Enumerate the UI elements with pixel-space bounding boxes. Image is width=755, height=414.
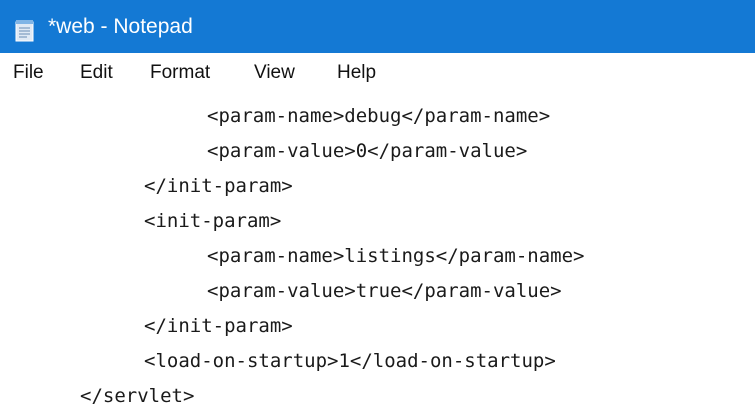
code-line: <param-name>debug</param-name>: [207, 105, 551, 127]
text-editor[interactable]: <param-name>debug</param-name> <param-va…: [0, 92, 755, 414]
window-title: *web - Notepad: [48, 15, 193, 38]
code-line: <param-value>0</param-value>: [207, 140, 528, 162]
code-line: <param-value>true</param-value>: [207, 280, 562, 302]
menu-view[interactable]: View: [254, 61, 295, 85]
notepad-window: *web - Notepad File Edit Format View Hel…: [0, 0, 755, 414]
code-line: </init-param>: [144, 315, 293, 337]
menu-format[interactable]: Format: [150, 61, 210, 85]
code-line: <init-param>: [144, 210, 282, 232]
menu-help[interactable]: Help: [337, 61, 376, 85]
menu-file[interactable]: File: [13, 61, 44, 85]
menu-edit[interactable]: Edit: [80, 61, 113, 85]
notepad-icon: [15, 19, 34, 42]
menu-bar: File Edit Format View Help: [0, 53, 755, 93]
code-line: </init-param>: [144, 175, 293, 197]
code-line: <load-on-startup>1</load-on-startup>: [144, 350, 556, 372]
code-line: <param-name>listings</param-name>: [207, 245, 585, 267]
code-line: </servlet>: [80, 385, 195, 407]
title-bar[interactable]: *web - Notepad: [0, 0, 755, 53]
